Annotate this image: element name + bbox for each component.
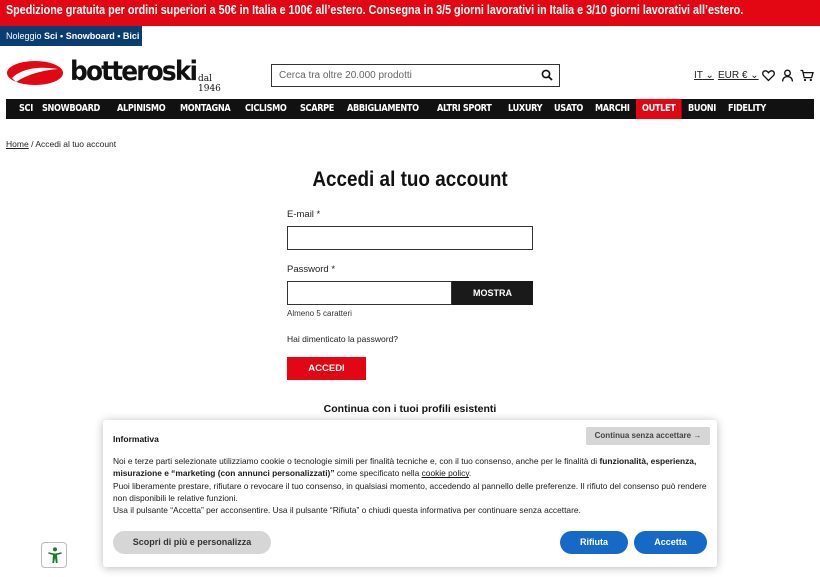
nav-item-usato[interactable]: USATO xyxy=(548,99,589,119)
social-login-heading: Continua con i tuoi profili esistenti xyxy=(323,403,497,415)
accessibility-button[interactable] xyxy=(41,542,67,568)
breadcrumb-home-link[interactable]: Home xyxy=(6,139,29,149)
chevron-down-icon: ⌄ xyxy=(747,70,759,81)
nav-item-altri-sport[interactable]: ALTRI SPORT xyxy=(431,99,498,119)
logo-wordmark: botteroski xyxy=(70,56,198,87)
nav-item-ciclismo[interactable]: CICLISMO xyxy=(239,99,293,119)
email-field[interactable] xyxy=(287,226,533,250)
nav-item-luxury[interactable]: LUXURY xyxy=(502,99,548,119)
wishlist-heart-icon[interactable] xyxy=(762,69,775,82)
password-hint: Almeno 5 caratteri xyxy=(287,309,352,318)
show-password-button[interactable]: MOSTRA xyxy=(452,281,533,305)
cookie-paragraph-1: Noi e terze parti selezionate utilizziam… xyxy=(113,455,707,480)
promo-banner: Spedizione gratuita per ordini superiori… xyxy=(0,0,820,26)
site-logo[interactable]: botteroski dal 1946 xyxy=(6,56,236,94)
logo-since: dal 1946 xyxy=(198,74,221,94)
continue-without-accepting-button[interactable]: Continua senza accettare → xyxy=(586,427,710,445)
email-label: E-mail * xyxy=(287,209,321,220)
cookie-paragraph-2: Puoi liberamente prestare, rifiutare o r… xyxy=(113,480,707,503)
login-button[interactable]: ACCEDI xyxy=(287,357,366,380)
cookie-paragraph-3: Usa il pulsante “Accetta” per acconsenti… xyxy=(113,505,581,516)
cookie-policy-link[interactable]: cookie policy xyxy=(422,468,469,478)
main-navigation: SCI SNOWBOARD ALPINISMO MONTAGNA CICLISM… xyxy=(6,99,814,119)
breadcrumb: Home / Accedi al tuo account xyxy=(6,139,116,149)
rental-items: Sci • Snowboard • Bici xyxy=(44,31,140,41)
breadcrumb-current: Accedi al tuo account xyxy=(35,139,117,149)
accept-button[interactable]: Accetta xyxy=(634,531,707,554)
search-icon[interactable] xyxy=(541,69,553,81)
cookie-banner: Informativa Continua senza accettare → N… xyxy=(103,420,717,567)
cart-icon[interactable] xyxy=(800,69,814,82)
language-selector[interactable]: IT ⌄ xyxy=(694,70,714,81)
nav-item-alpinismo[interactable]: ALPINISMO xyxy=(111,99,171,119)
cookie-text-1d: . xyxy=(468,468,472,479)
nav-item-marchi[interactable]: MARCHI xyxy=(589,99,636,119)
page-title: Accedi al tuo account xyxy=(312,168,508,191)
learn-more-customize-button[interactable]: Scopri di più e personalizza xyxy=(113,531,271,554)
nav-item-scarpe[interactable]: SCARPE xyxy=(294,99,340,119)
nav-item-montagna[interactable]: MONTAGNA xyxy=(174,99,236,119)
currency-selector[interactable]: EUR € ⌄ xyxy=(718,70,759,81)
account-user-icon[interactable] xyxy=(781,69,794,82)
breadcrumb-separator: / xyxy=(31,139,34,149)
password-field[interactable] xyxy=(287,281,452,305)
promo-text: Spedizione gratuita per ordini superiori… xyxy=(6,3,744,17)
cookie-text: Noi e terze parti selezionate utilizziam… xyxy=(113,455,707,516)
cookie-text-1a: Noi e terze parti selezionate utilizziam… xyxy=(113,456,600,466)
cookie-title: Informativa xyxy=(113,434,159,444)
search-box[interactable] xyxy=(271,64,560,87)
nav-item-buoni[interactable]: BUONI xyxy=(682,99,722,119)
search-input[interactable] xyxy=(272,65,532,86)
cookie-text-1c: come specificato nella xyxy=(334,468,422,479)
password-label: Password * xyxy=(287,264,336,275)
nav-item-snowboard[interactable]: SNOWBOARD xyxy=(36,99,106,119)
accessibility-icon xyxy=(48,547,62,563)
forgot-password-link[interactable]: Hai dimenticato la password? xyxy=(287,334,398,344)
nav-item-outlet[interactable]: OUTLET xyxy=(636,99,682,119)
logo-swoosh-icon xyxy=(7,61,63,85)
chevron-down-icon: ⌄ xyxy=(702,70,714,81)
reject-button[interactable]: Rifiuta xyxy=(560,531,628,554)
nav-item-fidelity[interactable]: FIDELITY xyxy=(722,99,772,119)
currency-value: EUR € xyxy=(718,70,748,81)
rental-bar[interactable]: Noleggio Sci • Snowboard • Bici xyxy=(0,26,142,46)
language-value: IT xyxy=(694,70,703,81)
nav-item-abbigliamento[interactable]: ABBIGLIAMENTO xyxy=(341,99,425,119)
rental-prefix: Noleggio xyxy=(6,31,42,41)
